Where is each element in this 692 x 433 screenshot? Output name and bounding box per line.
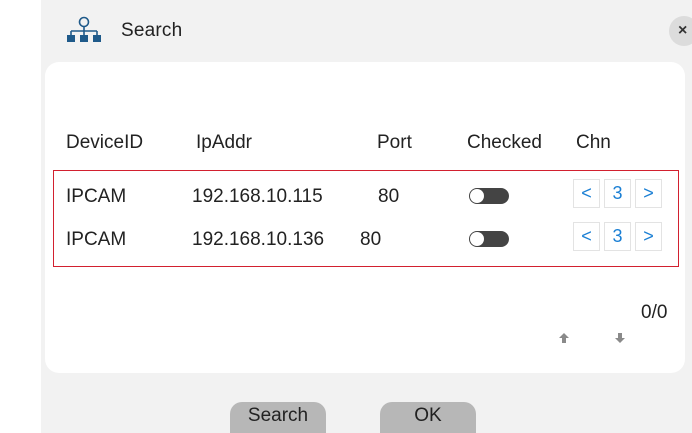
page-indicator: 0/0 — [641, 302, 668, 323]
checked-toggle[interactable] — [469, 188, 509, 204]
channel-number: 3 — [612, 183, 623, 203]
arrow-up-icon — [559, 333, 569, 343]
ok-button[interactable]: OK — [380, 402, 476, 433]
close-icon: × — [678, 22, 688, 39]
channel-value: 3 — [604, 179, 631, 208]
network-topology-icon — [67, 16, 101, 42]
checked-toggle[interactable] — [469, 231, 509, 247]
channel-next-button[interactable]: > — [635, 179, 662, 208]
ip-address-cell: 192.168.10.115 — [192, 186, 323, 207]
chevron-right-icon: > — [643, 183, 654, 203]
channel-prev-button[interactable]: < — [573, 179, 600, 208]
close-button[interactable]: × — [669, 16, 692, 46]
chevron-left-icon: < — [581, 226, 592, 246]
column-header-chn: Chn — [576, 132, 611, 153]
chevron-left-icon: < — [581, 183, 592, 203]
channel-stepper: < 3 > — [573, 222, 662, 251]
channel-number: 3 — [612, 226, 623, 246]
search-button-label: Search — [247, 405, 309, 426]
channel-prev-button[interactable]: < — [573, 222, 600, 251]
ip-address-cell: 192.168.10.136 — [192, 229, 325, 250]
device-id-cell: IPCAM — [66, 229, 127, 250]
channel-value: 3 — [604, 222, 631, 251]
search-button[interactable]: Search — [230, 402, 326, 433]
ok-button-label: OK — [414, 405, 442, 426]
column-header-checked: Checked — [467, 132, 542, 153]
dialog-title: Search — [121, 20, 183, 41]
page-up-button[interactable] — [554, 328, 574, 348]
chevron-right-icon: > — [643, 226, 654, 246]
column-header-ipaddr: IpAddr — [196, 132, 252, 153]
column-header-port: Port — [377, 132, 412, 153]
channel-stepper: < 3 > — [573, 179, 662, 208]
channel-next-button[interactable]: > — [635, 222, 662, 251]
port-cell: 80 — [360, 229, 382, 250]
page-down-button[interactable] — [610, 328, 630, 348]
port-cell: 80 — [378, 186, 400, 207]
device-id-cell: IPCAM — [66, 186, 127, 207]
column-header-deviceid: DeviceID — [66, 132, 144, 153]
arrow-down-icon — [615, 333, 625, 343]
